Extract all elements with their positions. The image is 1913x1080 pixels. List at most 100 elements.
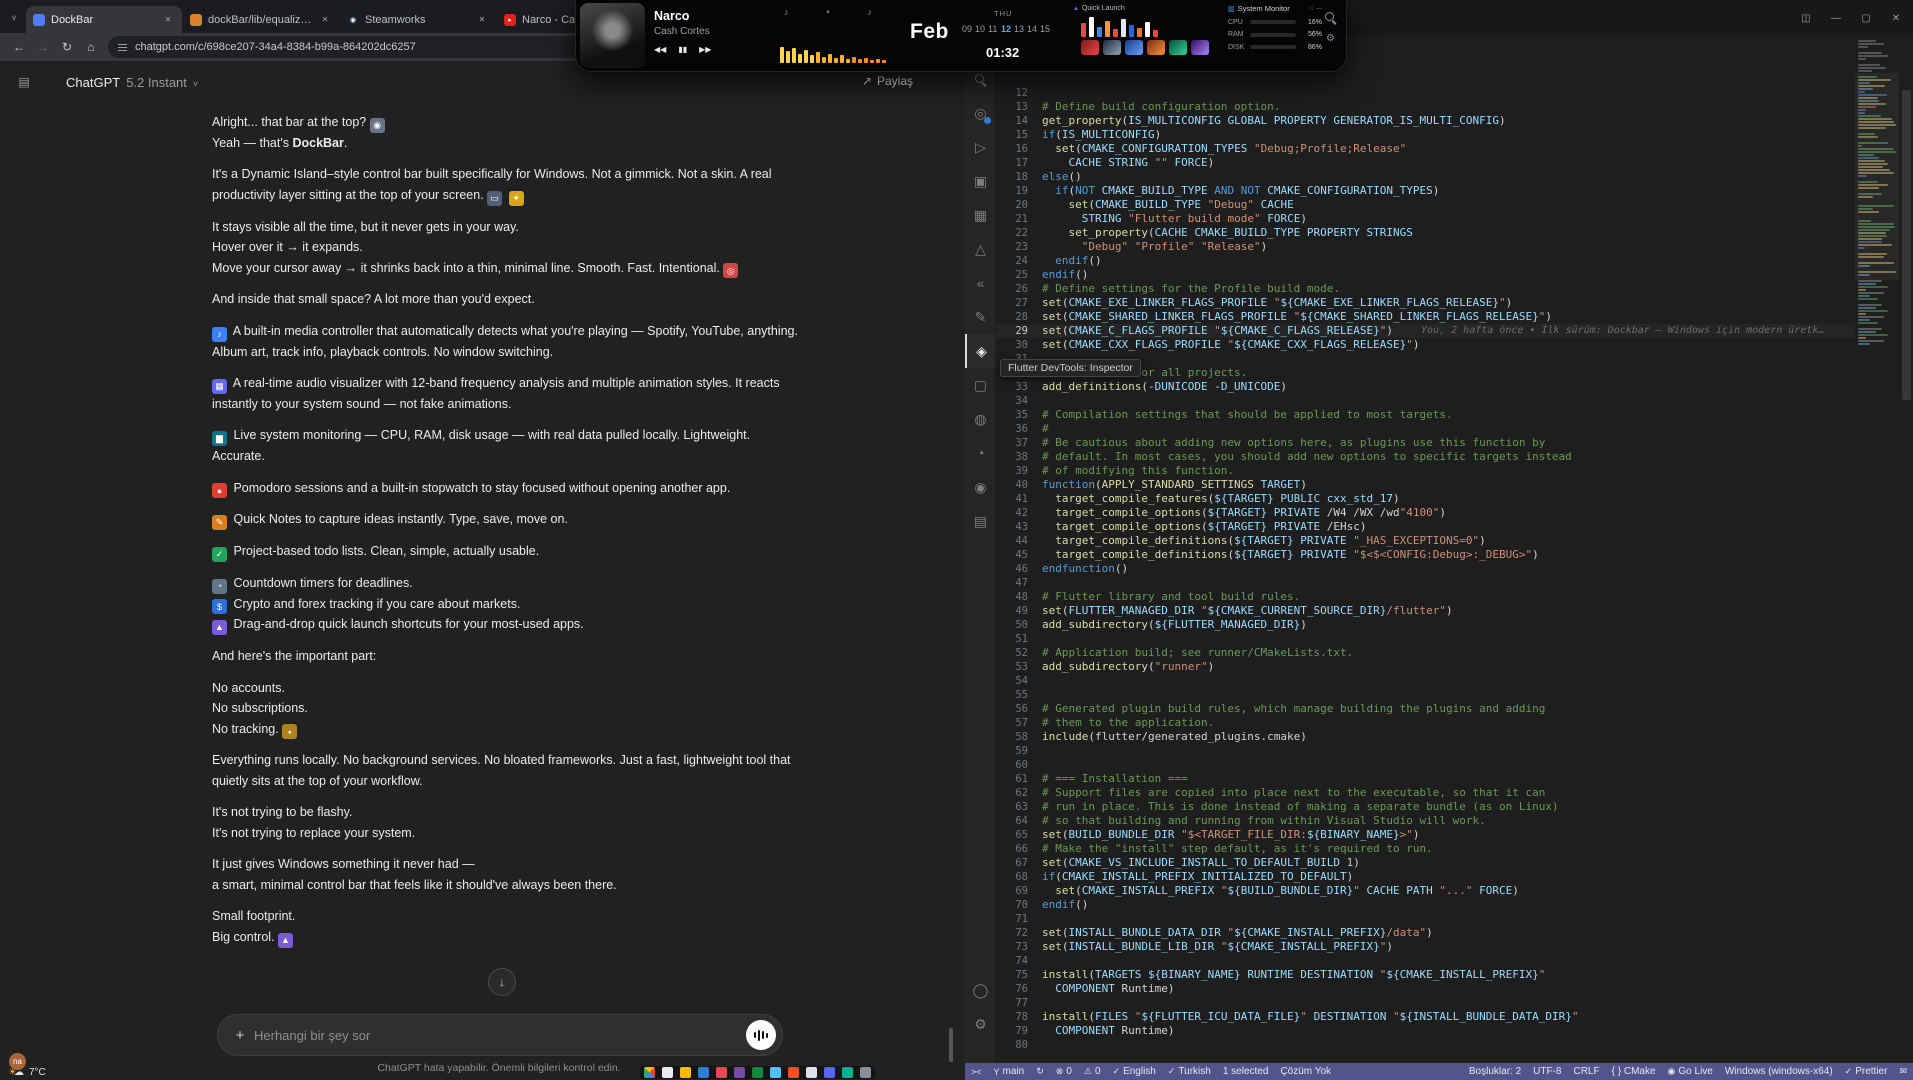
code-line[interactable]: 29set(CMAKE_C_FLAGS_PROFILE "${CMAKE_C_F…: [996, 324, 1855, 338]
taskbar-app-icon[interactable]: [824, 1067, 835, 1078]
code-line[interactable]: 73set(INSTALL_BUNDLE_LIB_DIR "${CMAKE_IN…: [996, 940, 1855, 954]
quick-launch-thumbnail[interactable]: [1169, 40, 1187, 55]
taskbar-app-icon[interactable]: [680, 1067, 691, 1078]
remote-indicator[interactable]: ><: [965, 1063, 988, 1080]
code-line[interactable]: 30set(CMAKE_CXX_FLAGS_PROFILE "${CMAKE_C…: [996, 338, 1855, 352]
code-line[interactable]: 75install(TARGETS ${BINARY_NAME} RUNTIME…: [996, 968, 1855, 982]
share-button[interactable]: ↗ Paylaş: [852, 69, 923, 93]
network-icon[interactable]: ◍: [965, 402, 996, 436]
camera-icon[interactable]: ▢: [965, 368, 996, 402]
code-line[interactable]: 77: [996, 996, 1855, 1010]
tab-search-chevron-icon[interactable]: ˅: [6, 8, 22, 28]
code-line[interactable]: 49set(FLUTTER_MANAGED_DIR "${CMAKE_CURRE…: [996, 604, 1855, 618]
code-line[interactable]: 35# Compilation settings that should be …: [996, 408, 1855, 422]
code-line[interactable]: 25endif(): [996, 268, 1855, 282]
collapse-icon[interactable]: —: [1316, 6, 1322, 12]
taskbar-weather-widget[interactable]: ☀ ☁ 7°C: [8, 1067, 46, 1078]
code-line[interactable]: 54: [996, 674, 1855, 688]
layout-toggle-icon[interactable]: ◫: [1799, 13, 1813, 24]
code-line[interactable]: 41 target_compile_features(${TARGET} PUB…: [996, 492, 1855, 506]
code-line[interactable]: 60: [996, 758, 1855, 772]
code-line[interactable]: 71: [996, 912, 1855, 926]
scroll-to-bottom-button[interactable]: ↓: [488, 968, 516, 996]
code-line[interactable]: 66# Make the "install" step default, as …: [996, 842, 1855, 856]
minimap-viewport[interactable]: [1855, 73, 1899, 280]
code-line[interactable]: 12: [996, 86, 1855, 100]
performance-icon[interactable]: ◔: [965, 436, 996, 470]
model-selector[interactable]: ChatGPT 5.2 Instant ˅: [66, 75, 198, 90]
code-line[interactable]: 57# them to the application.: [996, 716, 1855, 730]
prettier[interactable]: ✓Prettier: [1839, 1063, 1894, 1080]
code-line[interactable]: 61# === Installation ===: [996, 772, 1855, 786]
taskbar-app-icon[interactable]: [716, 1067, 727, 1078]
close-icon[interactable]: ✕: [1889, 13, 1903, 24]
quick-launch-thumbnail[interactable]: [1081, 40, 1099, 55]
code-line[interactable]: 59: [996, 744, 1855, 758]
quick-launch-thumbnail[interactable]: [1125, 40, 1143, 55]
minimize-icon[interactable]: —: [1829, 13, 1843, 24]
terminal-icon[interactable]: «: [965, 266, 996, 300]
editor-scrollbar[interactable]: [1900, 36, 1913, 1063]
calendar-day[interactable]: 11: [988, 24, 997, 34]
code-line[interactable]: 44 target_compile_definitions(${TARGET} …: [996, 534, 1855, 548]
indentation[interactable]: Boşluklar: 2: [1463, 1063, 1527, 1080]
code-line[interactable]: 23 "Debug" "Profile" "Release"): [996, 240, 1855, 254]
code-line[interactable]: 18else(): [996, 170, 1855, 184]
code-line[interactable]: 14get_property(IS_MULTICONFIG GLOBAL PRO…: [996, 114, 1855, 128]
sync-icon[interactable]: ↻: [1030, 1063, 1050, 1080]
taskbar-app-icon[interactable]: [788, 1067, 799, 1078]
problems-errors[interactable]: ⊗0: [1050, 1063, 1078, 1080]
forward-button[interactable]: →: [32, 36, 54, 58]
taskbar-app-icon[interactable]: [662, 1067, 673, 1078]
code-line[interactable]: 40function(APPLY_STANDARD_SETTINGS TARGE…: [996, 478, 1855, 492]
home-button[interactable]: ⌂: [80, 36, 102, 58]
code-editor[interactable]: 1213# Define build configuration option.…: [996, 86, 1855, 1060]
taskbar-app-icon[interactable]: [860, 1067, 871, 1078]
code-line[interactable]: 53add_subdirectory("runner"): [996, 660, 1855, 674]
code-line[interactable]: 17 CACHE STRING "" FORCE): [996, 156, 1855, 170]
code-line[interactable]: 15if(IS_MULTICONFIG): [996, 128, 1855, 142]
problems-warnings[interactable]: ⚠0: [1078, 1063, 1107, 1080]
code-line[interactable]: 68if(CMAKE_INSTALL_PREFIX_INITIALIZED_TO…: [996, 870, 1855, 884]
chat-input[interactable]: [252, 1027, 746, 1044]
code-line[interactable]: 19 if(NOT CMAKE_BUILD_TYPE AND NOT CMAKE…: [996, 184, 1855, 198]
pin-icon[interactable]: □: [1309, 6, 1313, 12]
account-icon[interactable]: ◯: [965, 973, 996, 1007]
code-line[interactable]: 62# Support files are copied into place …: [996, 786, 1855, 800]
tab-close-icon[interactable]: ✕: [161, 13, 175, 27]
code-line[interactable]: 51: [996, 632, 1855, 646]
code-line[interactable]: 43 target_compile_options(${TARGET} PRIV…: [996, 520, 1855, 534]
spell-check-turkish[interactable]: ✓Turkish: [1162, 1063, 1217, 1080]
code-line[interactable]: 48# Flutter library and tool build rules…: [996, 590, 1855, 604]
calendar-day[interactable]: 13: [1014, 24, 1023, 34]
code-line[interactable]: 33add_definitions(-DUNICODE -D_UNICODE): [996, 380, 1855, 394]
calendar-day[interactable]: 14: [1027, 24, 1036, 34]
code-line[interactable]: 55: [996, 688, 1855, 702]
code-line[interactable]: 69 set(CMAKE_INSTALL_PREFIX "${BUILD_BUN…: [996, 884, 1855, 898]
platform-target[interactable]: Windows (windows-x64): [1719, 1063, 1839, 1080]
selection-count[interactable]: 1 selected: [1217, 1063, 1275, 1080]
quick-launch-thumbnail[interactable]: [1147, 40, 1165, 55]
test-icon[interactable]: △: [965, 232, 996, 266]
voice-mode-button[interactable]: [746, 1020, 776, 1050]
code-line[interactable]: 79 COMPONENT Runtime): [996, 1024, 1855, 1038]
browser-tab[interactable]: ◉Steamworks✕: [340, 6, 496, 33]
site-settings-icon[interactable]: [118, 44, 127, 51]
attach-plus-icon[interactable]: +: [228, 1023, 252, 1047]
code-line[interactable]: 24 endif(): [996, 254, 1855, 268]
code-line[interactable]: 16 set(CMAKE_CONFIGURATION_TYPES "Debug;…: [996, 142, 1855, 156]
git-branch[interactable]: Ymain: [988, 1063, 1031, 1080]
solution-status[interactable]: Çözüm Yok: [1274, 1063, 1337, 1080]
previous-track-icon[interactable]: ◀◀: [654, 45, 666, 54]
code-line[interactable]: 70endif(): [996, 898, 1855, 912]
inspector-icon[interactable]: ◈: [965, 334, 996, 368]
code-line[interactable]: 13# Define build configuration option.: [996, 100, 1855, 114]
editor-scrollbar-thumb[interactable]: [1902, 90, 1911, 400]
quick-launch-thumbnail[interactable]: [1191, 40, 1209, 55]
taskbar-app-icon[interactable]: [842, 1067, 853, 1078]
code-line[interactable]: 47: [996, 576, 1855, 590]
code-line[interactable]: 21 STRING "Flutter build mode" FORCE): [996, 212, 1855, 226]
code-line[interactable]: 65set(BUILD_BUNDLE_DIR "$<TARGET_FILE_DI…: [996, 828, 1855, 842]
code-line[interactable]: 63# run in place. This is done instead o…: [996, 800, 1855, 814]
encoding[interactable]: UTF-8: [1527, 1063, 1567, 1080]
